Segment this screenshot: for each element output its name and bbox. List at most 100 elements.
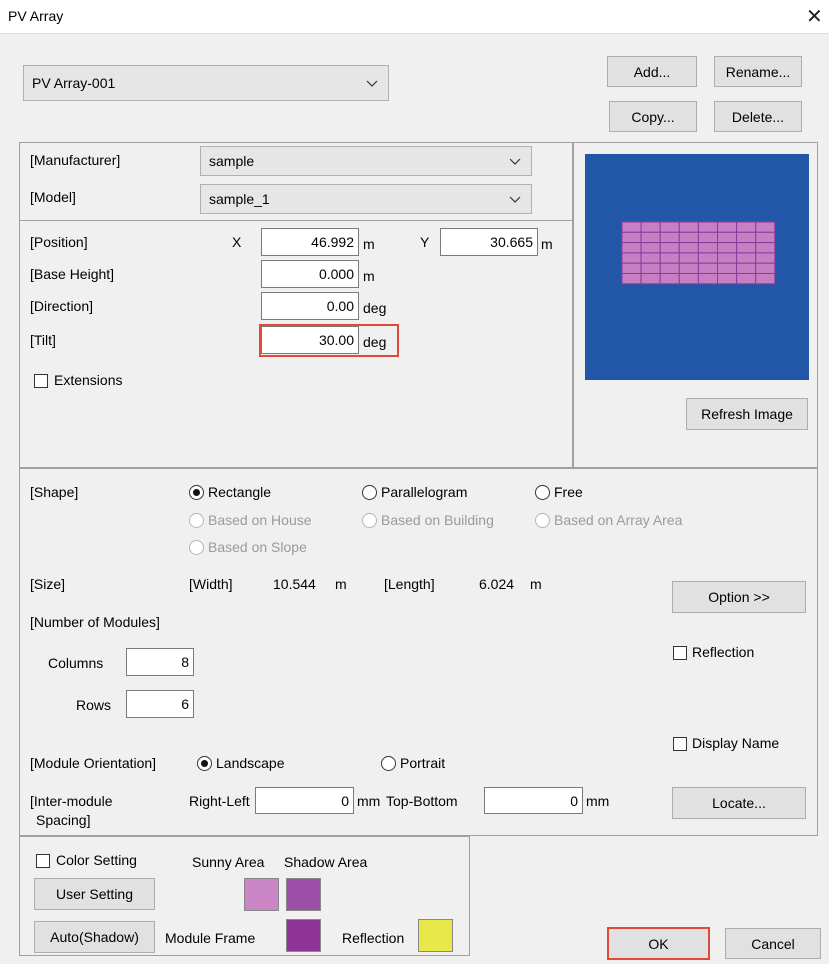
preview-module-cell: [621, 242, 642, 254]
reflection-checkbox-label: Reflection: [692, 644, 755, 660]
preview-module-cell: [659, 252, 680, 264]
parallelogram-label: Parallelogram: [381, 484, 468, 500]
sunny-area-swatch[interactable]: [244, 878, 279, 911]
delete-button[interactable]: Delete...: [714, 101, 802, 132]
rows-input[interactable]: 6: [126, 690, 194, 718]
rows-label: Rows: [76, 697, 112, 713]
length-unit: m: [530, 576, 542, 592]
tilt-label: [Tilt]: [30, 332, 56, 348]
position-y-label: Y: [420, 234, 430, 250]
preview-module-cell: [717, 221, 738, 233]
preview-module-cell: [717, 262, 738, 274]
based-on-slope-radio[interactable]: [189, 540, 204, 555]
preview-module-cell: [717, 252, 738, 264]
position-y-input[interactable]: 30.665: [440, 228, 538, 256]
preview-module-cell: [717, 231, 738, 244]
add-button[interactable]: Add...: [607, 56, 697, 87]
columns-input[interactable]: 8: [126, 648, 194, 676]
parallelogram-radio[interactable]: [362, 485, 377, 500]
title-bar: [0, 0, 829, 34]
preview-module-cell: [717, 242, 738, 254]
preview-module-cell: [640, 221, 661, 233]
shadow-area-swatch[interactable]: [286, 878, 321, 911]
preview-module-cell: [717, 273, 738, 285]
option-button[interactable]: Option >>: [672, 581, 806, 613]
based-on-building-radio[interactable]: [362, 513, 377, 528]
based-on-array-area-radio[interactable]: [535, 513, 550, 528]
preview-module-cell: [621, 221, 642, 233]
close-icon[interactable]: ✕: [806, 4, 823, 29]
position-x-input[interactable]: 46.992: [261, 228, 359, 256]
pv-array-select-value: PV Array-001: [32, 75, 116, 91]
copy-button[interactable]: Copy...: [609, 101, 697, 132]
portrait-radio[interactable]: [381, 756, 396, 771]
preview-module-cell: [659, 242, 680, 254]
preview-module-cell: [678, 221, 699, 233]
chevron-down-icon: [366, 75, 378, 91]
extensions-checkbox[interactable]: [34, 374, 48, 388]
landscape-radio[interactable]: [197, 756, 212, 771]
locate-button[interactable]: Locate...: [672, 787, 806, 819]
preview-module-cell: [755, 262, 776, 274]
based-on-house-radio[interactable]: [189, 513, 204, 528]
ok-button[interactable]: OK: [607, 927, 710, 960]
preview-module-cell: [755, 231, 776, 244]
width-label: [Width]: [189, 576, 233, 592]
columns-label: Columns: [48, 655, 104, 671]
preview-module-cell: [678, 273, 699, 285]
display-name-checkbox[interactable]: [673, 737, 687, 751]
reflection-color-label: Reflection: [342, 930, 405, 946]
base-height-unit: m: [363, 268, 375, 284]
array-preview: [585, 154, 809, 380]
preview-module-cell: [621, 273, 642, 285]
user-setting-button[interactable]: User Setting: [34, 878, 155, 910]
landscape-label: Landscape: [216, 755, 285, 771]
preview-module-cell: [678, 252, 699, 264]
preview-module-cell: [697, 231, 719, 244]
direction-input[interactable]: 0.00: [261, 292, 359, 320]
preview-module-cell: [697, 262, 719, 274]
cancel-button[interactable]: Cancel: [725, 928, 821, 959]
rectangle-label: Rectangle: [208, 484, 272, 500]
manufacturer-select[interactable]: sample: [200, 146, 532, 176]
preview-module-cell: [659, 231, 680, 244]
width-value: 10.544: [273, 576, 316, 592]
preview-module-cell: [678, 262, 699, 274]
pv-array-select[interactable]: PV Array-001: [23, 65, 389, 101]
color-setting-checkbox[interactable]: [36, 854, 50, 868]
base-height-input[interactable]: 0.000: [261, 260, 359, 288]
preview-module-cell: [640, 242, 661, 254]
preview-module-cell: [736, 273, 757, 285]
preview-module-cell: [755, 273, 776, 285]
preview-module-cell: [755, 252, 776, 264]
shadow-area-label: Shadow Area: [284, 854, 368, 870]
top-bottom-label: Top-Bottom: [386, 793, 458, 809]
refresh-image-button[interactable]: Refresh Image: [686, 398, 808, 430]
rename-button[interactable]: Rename...: [714, 56, 802, 87]
manufacturer-label: [Manufacturer]: [30, 152, 121, 168]
preview-module-cell: [659, 273, 680, 285]
auto-shadow-button[interactable]: Auto(Shadow): [34, 921, 155, 953]
extensions-label: Extensions: [54, 372, 123, 388]
preview-module-cell: [755, 242, 776, 254]
display-name-label: Display Name: [692, 735, 780, 751]
preview-image: [585, 154, 809, 380]
module-frame-swatch[interactable]: [286, 919, 321, 952]
top-bottom-unit: mm: [586, 793, 610, 809]
position-label: [Position]: [30, 234, 88, 250]
right-left-input[interactable]: 0: [255, 787, 354, 814]
preview-module-cell: [697, 242, 719, 254]
model-select[interactable]: sample_1: [200, 184, 532, 214]
right-left-unit: mm: [357, 793, 381, 809]
top-bottom-input[interactable]: 0: [484, 787, 583, 814]
reflection-checkbox[interactable]: [673, 646, 687, 660]
position-x-label: X: [232, 234, 242, 250]
reflection-swatch[interactable]: [418, 919, 453, 952]
window-title: PV Array: [8, 8, 64, 24]
preview-module-cell: [678, 242, 699, 254]
free-radio[interactable]: [535, 485, 550, 500]
preview-module-cell: [736, 252, 757, 264]
preview-module-cell: [621, 231, 642, 244]
chevron-down-icon: [509, 153, 521, 169]
rectangle-radio[interactable]: [189, 485, 204, 500]
